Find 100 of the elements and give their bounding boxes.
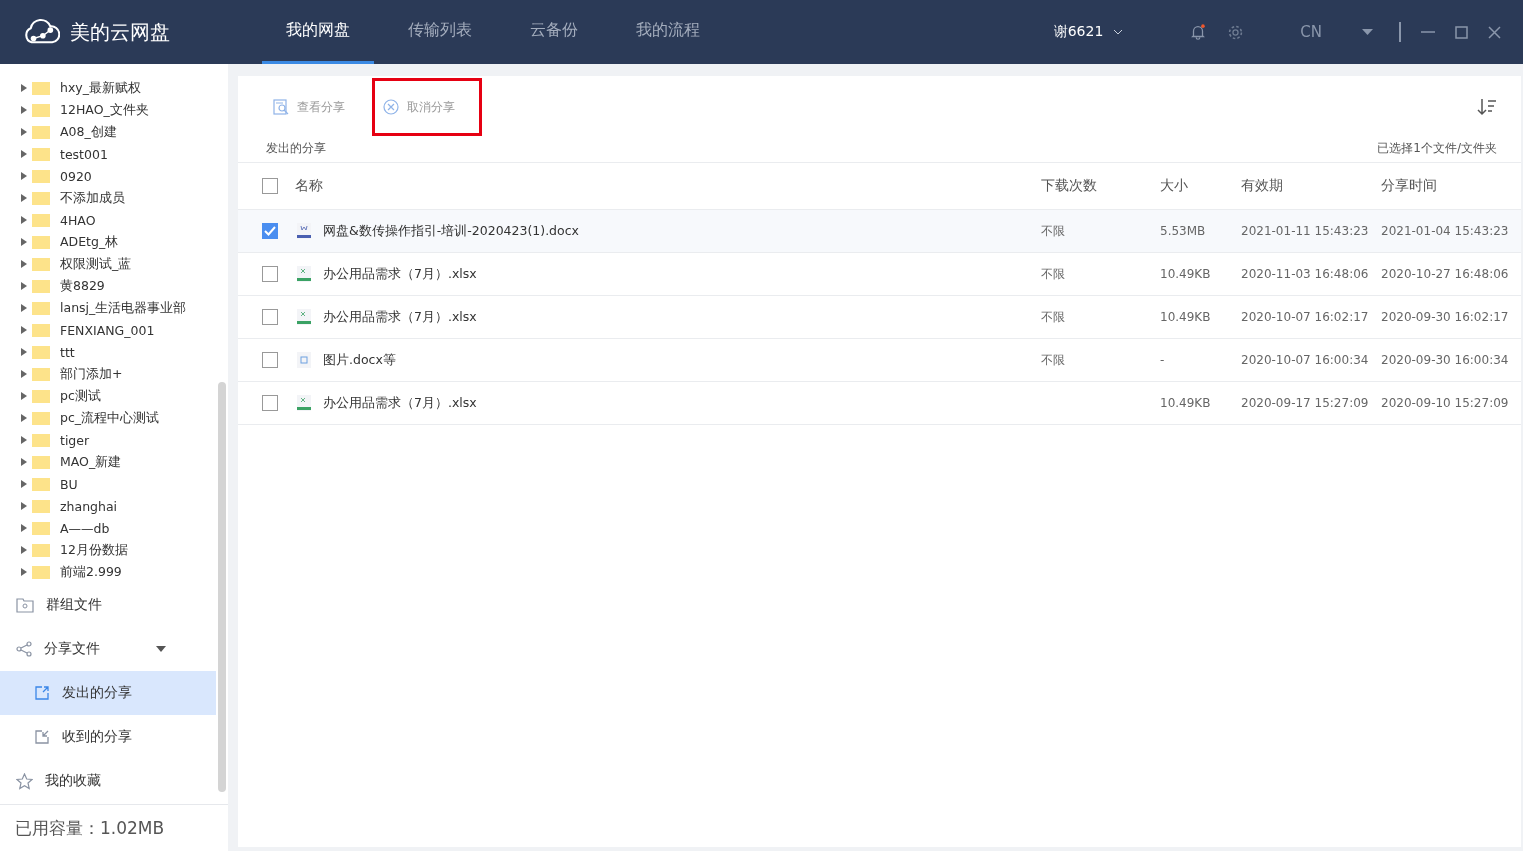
row-checkbox[interactable] [262, 309, 278, 325]
expand-arrow-icon[interactable] [21, 282, 27, 290]
folder-item[interactable]: MAO_新建 [0, 451, 216, 473]
app-name: 美的云网盘 [70, 18, 170, 46]
maximize-icon[interactable] [1455, 25, 1468, 39]
table-cell-text: 2020-09-30 16:00:34 [1381, 353, 1510, 367]
caret-icon [1362, 29, 1373, 35]
expand-arrow-icon[interactable] [21, 172, 27, 180]
folder-item[interactable]: 0920 [0, 165, 216, 187]
expand-arrow-icon[interactable] [21, 260, 27, 268]
table-cell-text: 10.49KB [1160, 396, 1212, 410]
folder-item[interactable]: 不添加成员 [0, 187, 216, 209]
expand-arrow-icon[interactable] [21, 150, 27, 158]
settings-icon[interactable] [1227, 23, 1245, 41]
expand-arrow-icon[interactable] [21, 436, 27, 444]
nav-subitem[interactable]: 发出的分享 [0, 671, 216, 715]
folder-item[interactable]: 12月份数据 [0, 539, 216, 561]
file-name[interactable]: 办公用品需求（7月）.xlsx [323, 308, 477, 326]
column-header[interactable]: 分享时间 [1381, 177, 1521, 195]
top-tab[interactable]: 我的流程 [612, 0, 724, 64]
folder-item[interactable]: test001 [0, 143, 216, 165]
expand-arrow-icon[interactable] [21, 392, 27, 400]
expand-arrow-icon[interactable] [21, 84, 27, 92]
expand-arrow-icon[interactable] [21, 106, 27, 114]
expand-arrow-icon[interactable] [21, 502, 27, 510]
folder-item[interactable]: ADEtg_林 [0, 231, 216, 253]
folder-item[interactable]: lansj_生活电器事业部 [0, 297, 216, 319]
expand-arrow-icon[interactable] [21, 238, 27, 246]
file-name[interactable]: 办公用品需求（7月）.xlsx [323, 265, 477, 283]
folder-item[interactable]: 黄8829 [0, 275, 216, 297]
top-tab[interactable]: 云备份 [506, 0, 602, 64]
expand-arrow-icon[interactable] [21, 546, 27, 554]
folder-item[interactable]: zhanghai [0, 495, 216, 517]
expand-arrow-icon[interactable] [21, 480, 27, 488]
expand-arrow-icon[interactable] [21, 414, 27, 422]
expand-arrow-icon[interactable] [21, 128, 27, 136]
folder-icon [32, 389, 50, 403]
folder-icon [32, 477, 50, 491]
language-dropdown[interactable]: CN [1294, 22, 1379, 42]
table-cell-text: 2020-09-17 15:27:09 [1241, 396, 1370, 410]
column-header[interactable]: 下载次数 [1041, 177, 1160, 195]
expand-arrow-icon[interactable] [21, 304, 27, 312]
top-tab[interactable]: 我的网盘 [262, 0, 374, 64]
nav-item[interactable]: 分享文件 [0, 627, 216, 671]
column-header[interactable]: 大小 [1160, 177, 1241, 195]
export-icon [34, 685, 50, 701]
folder-item[interactable]: tiger [0, 429, 216, 451]
excel-file-icon [295, 308, 313, 326]
table-cell-text: 不限 [1041, 351, 1066, 369]
nav-item[interactable]: 我的收藏 [0, 759, 216, 803]
expand-arrow-icon[interactable] [21, 524, 27, 532]
expand-arrow-icon[interactable] [21, 370, 27, 378]
expand-arrow-icon[interactable] [21, 216, 27, 224]
bell-icon[interactable] [1189, 23, 1208, 41]
folder-icon [16, 597, 34, 613]
folder-icon [32, 191, 50, 205]
folder-item[interactable]: 12HAO_文件夹 [0, 99, 216, 121]
folder-icon [32, 433, 50, 447]
folder-icon [32, 411, 50, 425]
folder-item[interactable]: 部门添加+ [0, 363, 216, 385]
table-cell-text: 2020-09-10 15:27:09 [1381, 396, 1510, 410]
folder-item[interactable]: FENXIANG_001 [0, 319, 216, 341]
sort-icon[interactable] [1477, 98, 1497, 116]
folder-item[interactable]: ttt [0, 341, 216, 363]
top-tab[interactable]: 传输列表 [384, 0, 496, 64]
folder-item[interactable]: 4HAO [0, 209, 216, 231]
folder-item[interactable]: A08_创建 [0, 121, 216, 143]
folder-icon [32, 543, 50, 557]
folder-item[interactable]: hxy_最新赋权 [0, 77, 216, 99]
file-name[interactable]: 办公用品需求（7月）.xlsx [323, 394, 477, 412]
nav-subitem[interactable]: 收到的分享 [0, 715, 216, 759]
expand-arrow-icon[interactable] [21, 348, 27, 356]
column-header[interactable]: 有效期 [1241, 177, 1381, 195]
expand-arrow-icon[interactable] [21, 194, 27, 202]
table-cell-text: 2020-10-27 16:48:06 [1381, 267, 1510, 281]
file-name[interactable]: 网盘&数传操作指引-培训-2020423(1).docx [323, 222, 579, 240]
folder-item[interactable]: BU [0, 473, 216, 495]
close-icon[interactable] [1488, 25, 1501, 39]
nav-item[interactable]: 群组文件 [0, 583, 216, 627]
row-checkbox[interactable] [262, 395, 278, 411]
import-icon [34, 729, 50, 745]
file-name[interactable]: 图片.docx等 [323, 351, 396, 369]
folder-item[interactable]: 前端2.999 [0, 561, 216, 583]
expand-arrow-icon[interactable] [21, 568, 27, 576]
folder-icon [32, 81, 50, 95]
row-checkbox[interactable] [262, 266, 278, 282]
folder-item[interactable]: 权限测试_蓝 [0, 253, 216, 275]
expand-arrow-icon[interactable] [21, 458, 27, 466]
select-all-checkbox[interactable] [262, 178, 278, 194]
folder-icon [32, 499, 50, 513]
expand-arrow-icon[interactable] [21, 326, 27, 334]
row-checkbox[interactable] [262, 223, 278, 239]
image-file-icon [295, 351, 313, 369]
folder-icon [32, 521, 50, 535]
column-header[interactable]: 名称 [295, 177, 1041, 195]
folder-item[interactable]: A——db [0, 517, 216, 539]
user-menu[interactable]: 谢6621 [1047, 22, 1130, 42]
folder-item[interactable]: pc_流程中心测试 [0, 407, 216, 429]
row-checkbox[interactable] [262, 352, 278, 368]
folder-item[interactable]: pc测试 [0, 385, 216, 407]
